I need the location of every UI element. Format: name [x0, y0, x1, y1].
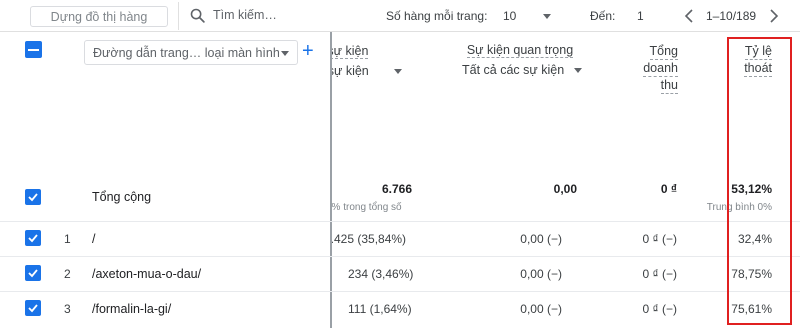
chevron-down-icon[interactable]: [574, 68, 582, 73]
revenue-header-line: doanh: [643, 61, 678, 77]
rows-per-page-select[interactable]: 10: [503, 9, 516, 23]
chevron-down-icon[interactable]: [543, 14, 551, 19]
row-divider: [0, 256, 800, 257]
row-page-path[interactable]: /axeton-mua-o-dau/: [92, 267, 201, 281]
revenue-header[interactable]: Tổng doanh thu: [630, 43, 678, 94]
search-input[interactable]: Tìm kiếm…: [213, 8, 277, 22]
row-key-events: 0,00 (−): [520, 302, 562, 316]
row-index: 2: [64, 267, 71, 281]
row-checkbox[interactable]: [25, 300, 41, 316]
row-divider: [0, 221, 800, 222]
dimension-select-label: Đường dẫn trang… loại màn hình: [93, 46, 280, 60]
totals-label: Tổng cộng: [92, 190, 152, 204]
search-icon[interactable]: [189, 7, 206, 24]
totals-checkbox[interactable]: [25, 189, 41, 205]
dimension-select[interactable]: Đường dẫn trang… loại màn hình: [84, 40, 298, 65]
row-checkbox[interactable]: [25, 230, 41, 246]
row-index: 1: [64, 232, 71, 246]
select-all-checkbox[interactable]: [25, 41, 42, 58]
row-checkbox[interactable]: [25, 265, 41, 281]
event-count-column: ng sự kiện c sự kiện 6.766 0% trong tổng…: [332, 32, 422, 328]
key-events-header[interactable]: Sự kiện quan trọng: [440, 43, 600, 58]
chevron-left-icon[interactable]: [683, 8, 695, 24]
rows-per-page-label: Số hàng mỗi trang:: [386, 9, 488, 23]
event-count-filter[interactable]: c sự kiện: [332, 64, 369, 78]
highlight-box: [727, 37, 792, 325]
pagination-range: 1–10/189: [706, 9, 757, 23]
goto-page-input[interactable]: 1: [637, 9, 644, 23]
total-event-count: 6.766: [382, 182, 413, 196]
total-event-count-sub: 0% trong tổng số: [332, 202, 402, 213]
table-toolbar: Dựng đồ thị hàng Tìm kiếm… Số hàng mỗi t…: [0, 0, 800, 32]
row-key-events: 0,00 (−): [520, 267, 562, 281]
row-event-count: 2.425 (35,84%): [332, 232, 407, 246]
goto-label: Đến:: [590, 9, 616, 23]
plot-rows-button[interactable]: Dựng đồ thị hàng: [30, 6, 168, 27]
event-count-header[interactable]: ng sự kiện: [332, 44, 369, 59]
row-page-path[interactable]: /: [92, 232, 95, 246]
row-revenue: 0 ₫ (−): [642, 232, 678, 246]
add-dimension-button[interactable]: +: [302, 41, 314, 61]
total-key-events: 0,00: [553, 182, 577, 196]
row-key-events: 0,00 (−): [520, 232, 562, 246]
key-events-filter[interactable]: Tất cả các sự kiện: [462, 63, 564, 77]
row-revenue: 0 ₫ (−): [642, 302, 678, 316]
chevron-right-icon[interactable]: [768, 8, 780, 24]
revenue-header-line: Tổng: [649, 44, 678, 60]
row-event-count: 111 (1,64%): [348, 302, 412, 316]
total-revenue: 0 ₫: [660, 182, 677, 196]
chevron-down-icon[interactable]: [394, 69, 402, 74]
row-page-path[interactable]: /formalin-la-gi/: [92, 302, 171, 316]
chevron-down-icon: [281, 51, 289, 56]
revenue-header-line: thu: [660, 78, 678, 94]
row-index: 3: [64, 302, 71, 316]
toolbar-divider: [178, 2, 179, 30]
row-divider: [0, 291, 800, 292]
row-revenue: 0 ₫ (−): [642, 267, 678, 281]
row-event-count: 234 (3,46%): [348, 267, 414, 281]
